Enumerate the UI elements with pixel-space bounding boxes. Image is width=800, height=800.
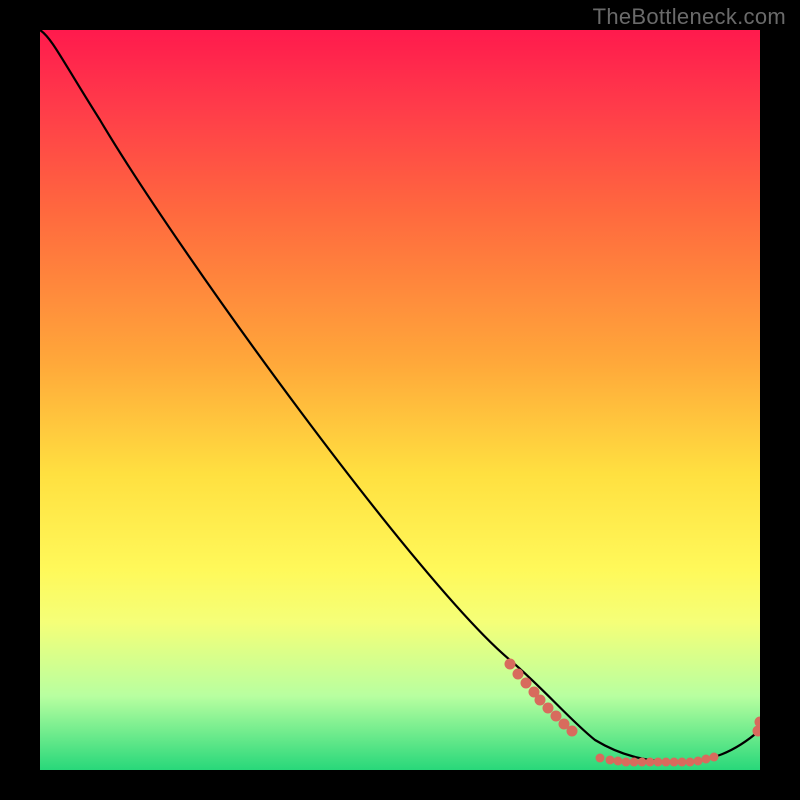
data-point [694,757,703,766]
data-point [662,758,671,767]
data-point [551,711,562,722]
data-point [606,756,615,765]
data-point [646,758,655,767]
curve-svg [40,30,760,770]
data-point [513,669,524,680]
data-point [755,717,761,728]
data-point [567,726,578,737]
data-point [686,758,695,767]
data-point [521,678,532,689]
data-points-bottom [596,753,719,767]
data-point [622,758,631,767]
data-point [505,659,516,670]
data-point [630,758,639,767]
data-point [543,703,554,714]
plot-area [40,30,760,770]
data-point [702,755,711,764]
chart-frame: TheBottleneck.com [0,0,800,800]
watermark-text: TheBottleneck.com [593,4,786,30]
data-points-primary [505,659,761,737]
data-point [638,758,647,767]
data-point [710,753,719,762]
data-point [670,758,679,767]
data-point [678,758,687,767]
data-point [596,754,605,763]
data-point [654,758,663,767]
data-point [614,757,623,766]
data-point [535,695,546,706]
bottleneck-curve [40,30,760,762]
